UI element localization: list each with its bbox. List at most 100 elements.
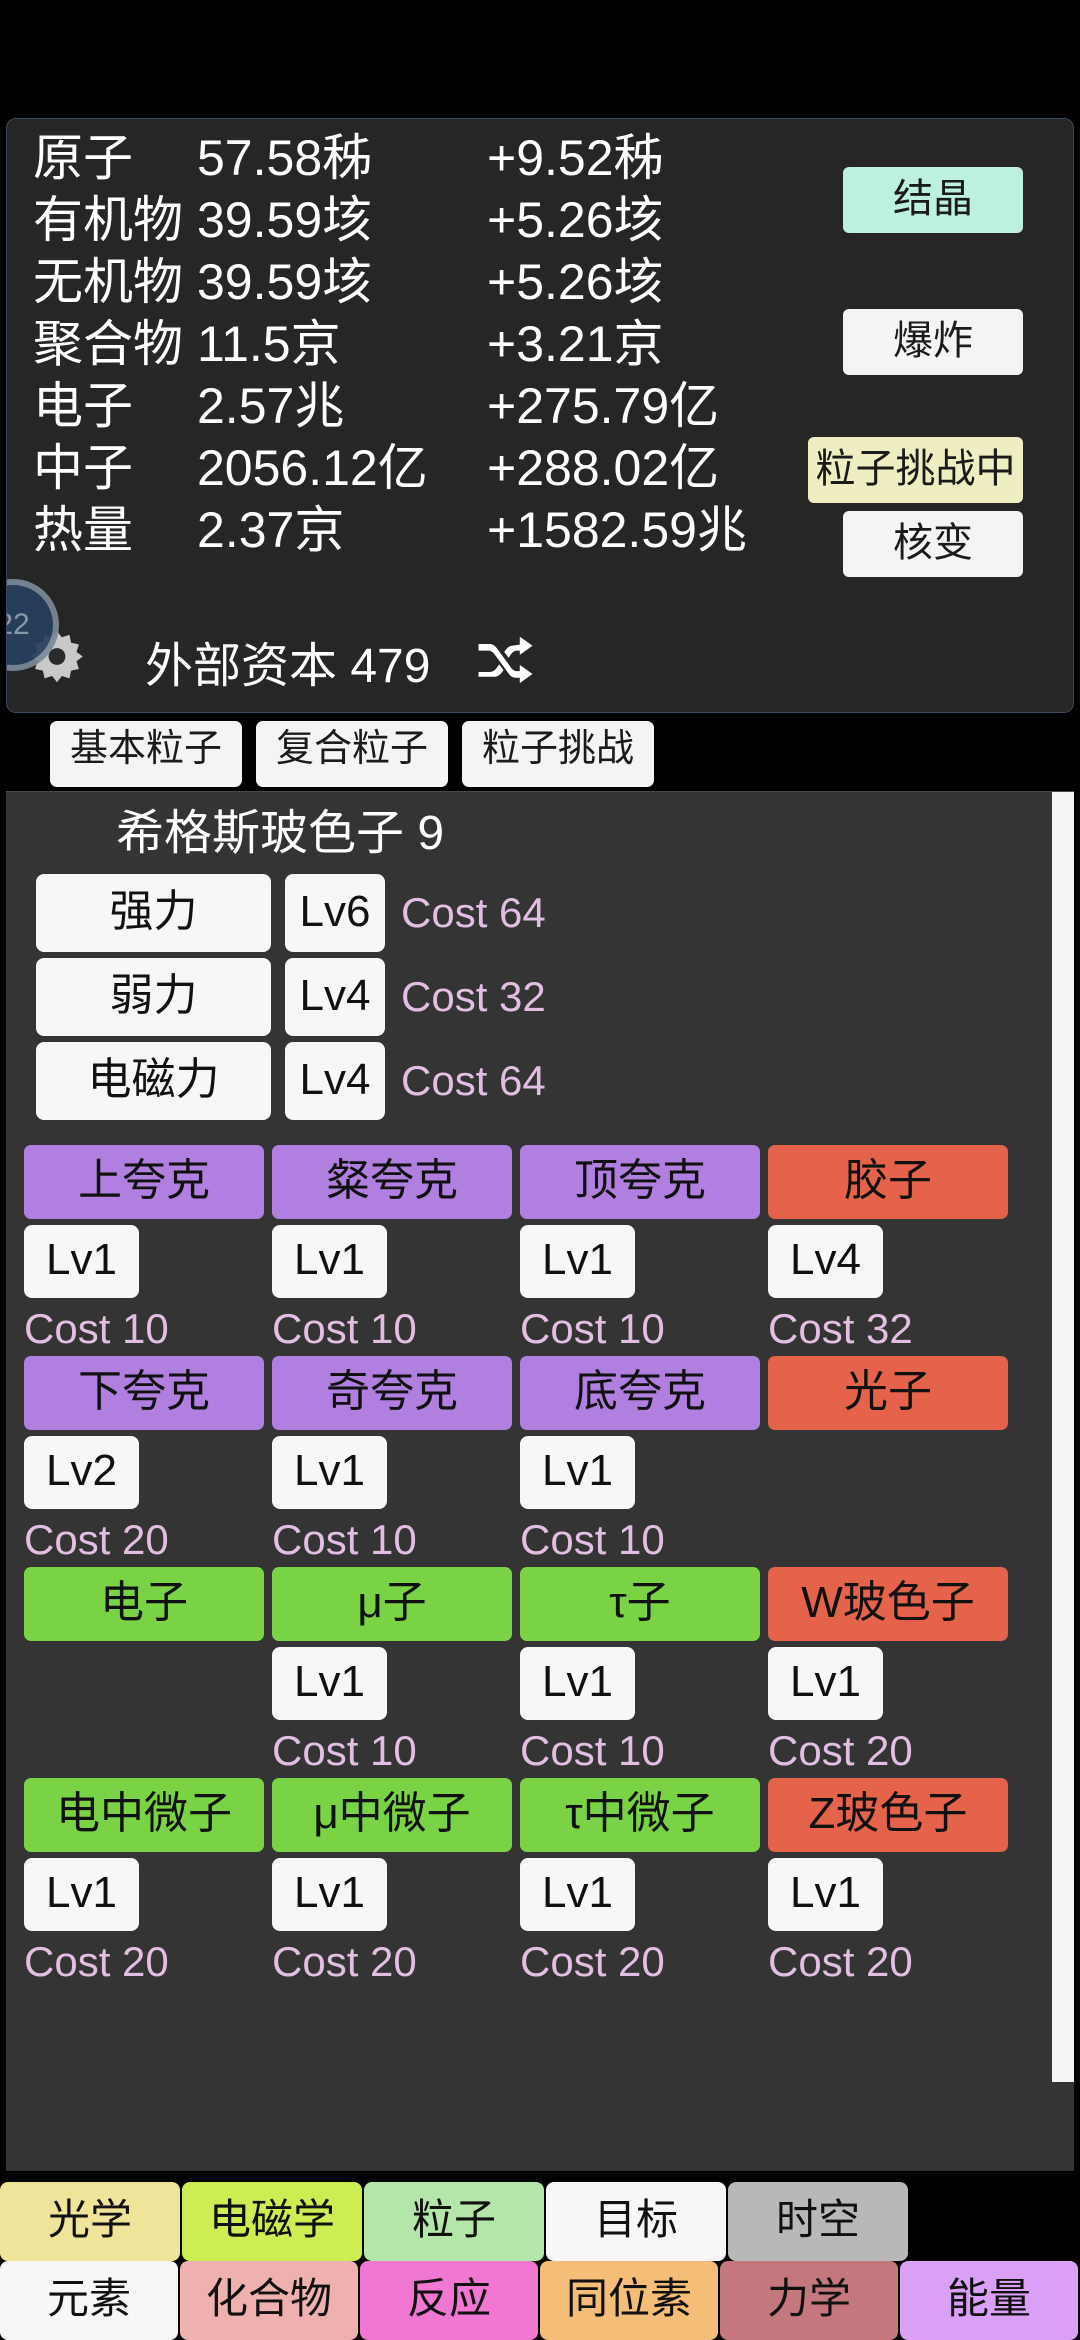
particle-cell: 电中微子 Lv1 Cost 20 xyxy=(24,1777,264,1983)
resource-row: 聚合物 11.5京 +3.21京 xyxy=(7,313,827,375)
particle-button[interactable]: μ子 xyxy=(272,1566,512,1641)
resource-rate: +275.79亿 xyxy=(487,378,720,434)
explode-button[interactable]: 爆炸 xyxy=(843,309,1023,375)
particle-level-button[interactable]: Lv1 xyxy=(272,1857,387,1931)
particle-button[interactable]: 电中微子 xyxy=(24,1777,264,1852)
particle-button[interactable]: τ子 xyxy=(520,1566,760,1641)
main-content-panel: 希格斯玻色子 9 强力 Lv6 Cost 64 弱力 Lv4 Cost 32 电… xyxy=(6,791,1074,2171)
particle-button[interactable]: 奇夸克 xyxy=(272,1355,512,1430)
resource-row: 热量 2.37京 +1582.59兆 xyxy=(7,499,827,561)
force-level-button[interactable]: Lv4 xyxy=(285,957,385,1036)
particle-grid-row: 电中微子 Lv1 Cost 20 μ中微子 Lv1 Cost 20 τ中微子 L… xyxy=(24,1777,1074,1985)
particle-button[interactable]: 胶子 xyxy=(768,1144,1008,1219)
particle-cell: μ子 Lv1 Cost 10 xyxy=(272,1566,512,1772)
particle-cost-label: Cost 20 xyxy=(768,1937,913,1985)
force-name-button[interactable]: 弱力 xyxy=(36,957,271,1036)
particle-button[interactable]: 下夸克 xyxy=(24,1355,264,1430)
particle-button[interactable]: μ中微子 xyxy=(272,1777,512,1852)
resource-name: 热量 xyxy=(33,502,133,558)
force-cost-label: Cost 64 xyxy=(401,888,546,936)
particle-level-button[interactable]: Lv1 xyxy=(520,1435,635,1509)
nav-button-element[interactable]: 元素 xyxy=(0,2261,178,2340)
resource-value: 2056.12亿 xyxy=(197,440,428,496)
particle-grid-row: 上夸克 Lv1 Cost 10 粲夸克 Lv1 Cost 10 顶夸克 Lv1 … xyxy=(24,1144,1074,1352)
particle-cost-label: Cost 10 xyxy=(272,1304,417,1352)
resource-row: 无机物 39.59垓 +5.26垓 xyxy=(7,251,827,313)
force-row: 弱力 Lv4 Cost 32 xyxy=(36,957,1074,1036)
vertical-scrollbar[interactable] xyxy=(1052,792,1074,2171)
particle-button[interactable]: 顶夸克 xyxy=(520,1144,760,1219)
force-level-button[interactable]: Lv6 xyxy=(285,873,385,952)
resource-value: 57.58秭 xyxy=(197,130,373,186)
force-name-button[interactable]: 强力 xyxy=(36,873,271,952)
nav-button-isotope[interactable]: 同位素 xyxy=(540,2261,718,2340)
particle-cell: τ中微子 Lv1 Cost 20 xyxy=(520,1777,760,1983)
particle-button[interactable]: W玻色子 xyxy=(768,1566,1008,1641)
particle-level-button[interactable]: Lv1 xyxy=(768,1857,883,1931)
particle-level-button[interactable]: Lv1 xyxy=(24,1224,139,1298)
particle-cell: 上夸克 Lv1 Cost 10 xyxy=(24,1144,264,1350)
particle-level-button[interactable]: Lv2 xyxy=(24,1435,139,1509)
nav-button-particle[interactable]: 粒子 xyxy=(364,2182,544,2261)
nav-button-reaction[interactable]: 反应 xyxy=(360,2261,538,2340)
resource-rate: +3.21京 xyxy=(487,316,664,372)
particle-cell: τ子 Lv1 Cost 10 xyxy=(520,1566,760,1772)
resource-name: 有机物 xyxy=(33,192,183,248)
particle-level-button[interactable]: Lv1 xyxy=(272,1224,387,1298)
resource-value: 39.59垓 xyxy=(197,254,373,310)
resource-panel: 原子 57.58秭 +9.52秭 有机物 39.59垓 +5.26垓 无机物 3… xyxy=(6,118,1074,713)
nav-button-electromagnetism[interactable]: 电磁学 xyxy=(182,2182,362,2261)
particle-tab-bar: 基本粒子 复合粒子 粒子挑战 xyxy=(0,713,1080,787)
particle-cost-label: Cost 20 xyxy=(24,1515,169,1563)
particle-cell: Z玻色子 Lv1 Cost 20 xyxy=(768,1777,1008,1985)
force-level-button[interactable]: Lv4 xyxy=(285,1041,385,1120)
particle-level-button[interactable]: Lv1 xyxy=(272,1646,387,1720)
particle-button[interactable]: 光子 xyxy=(768,1355,1008,1430)
bottom-nav-row-1: 光学 电磁学 粒子 目标 时空 xyxy=(0,2182,1080,2261)
particle-level-button[interactable]: Lv1 xyxy=(520,1857,635,1931)
crystallize-button[interactable]: 结晶 xyxy=(843,167,1023,233)
particle-level-button[interactable]: Lv4 xyxy=(768,1224,883,1298)
particle-cell: 下夸克 Lv2 Cost 20 xyxy=(24,1355,264,1563)
scrollbar-thumb[interactable] xyxy=(1052,792,1074,2082)
nav-button-energy[interactable]: 能量 xyxy=(900,2261,1078,2340)
particle-button[interactable]: 电子 xyxy=(24,1566,264,1641)
tab-particle-challenge[interactable]: 粒子挑战 xyxy=(462,721,655,787)
resource-name: 聚合物 xyxy=(33,316,183,372)
resource-rate: +9.52秭 xyxy=(487,130,664,186)
nav-button-optics[interactable]: 光学 xyxy=(0,2182,180,2261)
nav-button-mechanics[interactable]: 力学 xyxy=(720,2261,898,2340)
particle-cell: 底夸克 Lv1 Cost 10 xyxy=(520,1355,760,1561)
particle-level-button[interactable]: Lv1 xyxy=(520,1224,635,1298)
particle-button[interactable]: Z玻色子 xyxy=(768,1777,1008,1852)
particle-level-button[interactable]: Lv1 xyxy=(768,1646,883,1720)
status-bar xyxy=(0,0,1080,118)
nav-button-spacetime[interactable]: 时空 xyxy=(728,2182,908,2261)
particle-cost-label: Cost 20 xyxy=(768,1726,913,1774)
particle-cost-label: Cost 32 xyxy=(768,1304,913,1352)
tab-elementary-particles[interactable]: 基本粒子 xyxy=(50,721,243,787)
nav-button-compound[interactable]: 化合物 xyxy=(180,2261,358,2340)
particle-level-button[interactable]: Lv1 xyxy=(520,1646,635,1720)
external-capital-label: 外部资本 479 xyxy=(145,640,431,693)
particle-level-button[interactable]: Lv1 xyxy=(272,1435,387,1509)
resource-rate: +5.26垓 xyxy=(487,254,664,310)
particle-grid-row: 电子 μ子 Lv1 Cost 10 τ子 Lv1 Cost 10 W玻色子 Lv… xyxy=(24,1566,1074,1774)
external-capital-row: 外部资本 479 xyxy=(7,616,1073,706)
resource-name: 无机物 xyxy=(33,254,183,310)
particle-button[interactable]: 粲夸克 xyxy=(272,1144,512,1219)
particle-challenge-status-button[interactable]: 粒子挑战中 xyxy=(808,437,1023,503)
force-name-button[interactable]: 电磁力 xyxy=(36,1041,271,1120)
shuffle-icon[interactable] xyxy=(472,633,536,689)
nav-button-goal[interactable]: 目标 xyxy=(546,2182,726,2261)
particle-cell: μ中微子 Lv1 Cost 20 xyxy=(272,1777,512,1983)
particle-level-button[interactable]: Lv1 xyxy=(24,1857,139,1931)
particle-button[interactable]: 底夸克 xyxy=(520,1355,760,1430)
particle-button[interactable]: 上夸克 xyxy=(24,1144,264,1219)
tab-composite-particles[interactable]: 复合粒子 xyxy=(256,721,449,787)
bottom-navigation: 光学 电磁学 粒子 目标 时空 元素 化合物 反应 同位素 力学 能量 xyxy=(0,2182,1080,2340)
particle-button[interactable]: τ中微子 xyxy=(520,1777,760,1852)
force-row: 强力 Lv6 Cost 64 xyxy=(36,873,1074,952)
fusion-button[interactable]: 核变 xyxy=(843,511,1023,577)
resource-row: 有机物 39.59垓 +5.26垓 xyxy=(7,189,827,251)
